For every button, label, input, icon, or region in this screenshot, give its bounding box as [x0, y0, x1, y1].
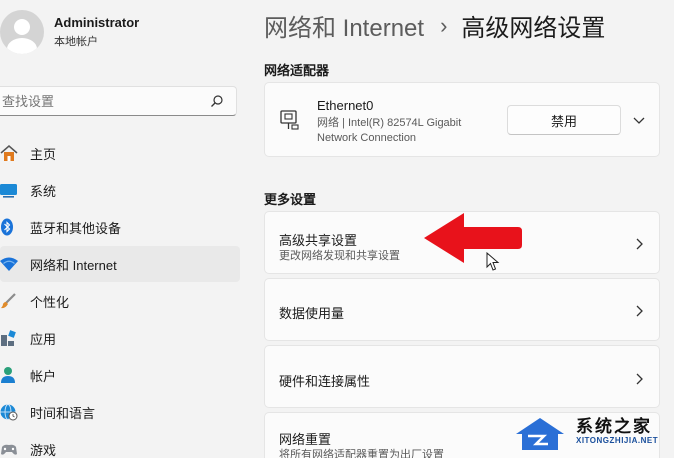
nav-list: 主页 系统 蓝牙和其他设备 网络和 Internet 个性化 应用 帐户 时间和…	[0, 135, 240, 458]
system-icon	[0, 184, 17, 198]
section-title-more-settings: 更多设置	[264, 192, 317, 207]
sidebar-item-gaming[interactable]: 游戏	[0, 431, 240, 458]
sidebar-item-label: 应用	[30, 331, 57, 347]
watermark-text: 系统之家	[576, 417, 652, 436]
user-profile[interactable]: Administrator 本地帐户	[0, 10, 139, 54]
sidebar-item-home[interactable]: 主页	[0, 135, 240, 171]
chevron-right-icon	[636, 238, 643, 250]
breadcrumb-parent[interactable]: 网络和 Internet	[264, 8, 424, 43]
red-arrow-annotation	[424, 213, 522, 263]
house-logo-icon	[516, 418, 564, 450]
apps-icon	[1, 330, 16, 346]
globe-clock-icon	[0, 404, 18, 421]
wifi-icon	[0, 257, 18, 271]
chevron-right-icon	[636, 305, 643, 317]
row-subtitle: 更改网络发现和共享设置	[279, 250, 400, 262]
brush-icon	[1, 293, 16, 309]
sidebar-item-personalization[interactable]: 个性化	[0, 283, 240, 319]
watermark: 系统之家 XITONGZHIJIA.NET	[514, 408, 674, 458]
watermark-sub: XITONGZHIJIA.NET	[576, 436, 659, 445]
sidebar-item-label: 系统	[30, 183, 57, 199]
sidebar: Administrator 本地帐户 主页 系统	[0, 0, 248, 458]
ethernet-icon	[280, 110, 299, 130]
row-title: 硬件和连接属性	[279, 374, 371, 389]
adapter-card-ethernet[interactable]: Ethernet0 网络 | Intel(R) 82574L Gigabit N…	[264, 82, 660, 157]
disable-button[interactable]: 禁用	[507, 105, 621, 135]
chevron-right-icon	[636, 373, 643, 385]
sidebar-item-system[interactable]: 系统	[0, 172, 240, 208]
breadcrumb: 网络和 Internet › 高级网络设置	[264, 8, 605, 43]
sidebar-item-label: 蓝牙和其他设备	[30, 220, 122, 236]
sidebar-item-label: 帐户	[30, 368, 57, 384]
mouse-cursor-icon	[486, 252, 500, 271]
account-icon	[1, 367, 15, 383]
page-title: 高级网络设置	[461, 15, 606, 42]
section-title-adapters: 网络适配器	[264, 63, 330, 78]
chevron-down-icon[interactable]	[633, 115, 645, 125]
search-input[interactable]	[2, 93, 202, 109]
sidebar-item-label: 网络和 Internet	[30, 257, 117, 273]
sidebar-item-label: 游戏	[30, 442, 57, 458]
sidebar-item-label: 个性化	[30, 294, 70, 310]
row-data-usage[interactable]: 数据使用量	[264, 278, 660, 341]
sidebar-item-time-language[interactable]: 时间和语言	[0, 394, 240, 430]
adapter-description: 网络 | Intel(R) 82574L Gigabit Network Con…	[317, 117, 462, 144]
row-subtitle: 将所有网络适配器重置为出厂设置	[279, 449, 444, 458]
sidebar-item-label: 时间和语言	[30, 405, 96, 421]
adapter-name: Ethernet0	[317, 98, 374, 113]
avatar	[0, 10, 44, 54]
home-icon	[0, 145, 18, 161]
bluetooth-icon	[1, 218, 13, 236]
row-hardware-properties[interactable]: 硬件和连接属性	[264, 345, 660, 408]
sidebar-item-network[interactable]: 网络和 Internet	[0, 246, 240, 282]
sidebar-item-accounts[interactable]: 帐户	[0, 357, 240, 393]
search-box[interactable]	[0, 86, 237, 116]
search-icon[interactable]	[210, 94, 224, 108]
profile-account-type: 本地帐户	[54, 36, 98, 48]
sidebar-item-label: 主页	[30, 146, 57, 162]
breadcrumb-separator: ›	[440, 12, 448, 38]
sidebar-item-bluetooth[interactable]: 蓝牙和其他设备	[0, 209, 240, 245]
gamepad-icon	[1, 444, 17, 455]
profile-name: Administrator	[54, 15, 140, 30]
row-title: 数据使用量	[279, 306, 345, 321]
sidebar-item-apps[interactable]: 应用	[0, 320, 240, 356]
